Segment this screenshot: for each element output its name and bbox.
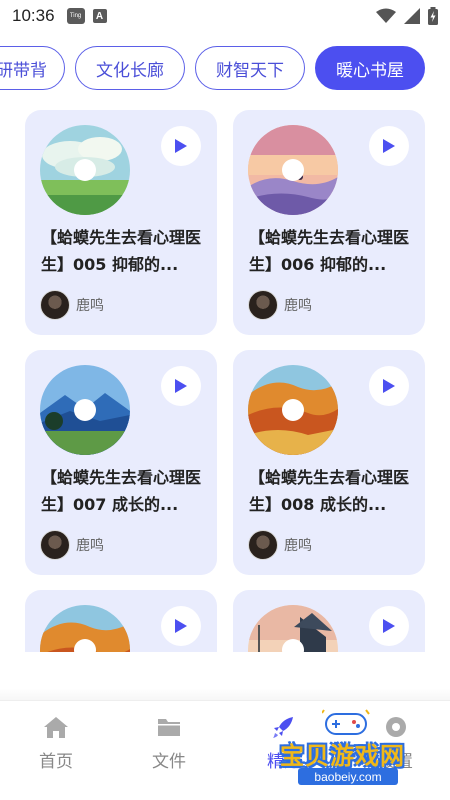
avatar bbox=[248, 290, 278, 320]
play-icon bbox=[383, 139, 395, 153]
play-icon bbox=[383, 619, 395, 633]
tab-label: 文化长廊 bbox=[96, 60, 164, 81]
audio-card[interactable]: 【蛤蟆先生去看心理医生】008 成长的... 鹿鸣 bbox=[233, 350, 425, 575]
audio-card[interactable] bbox=[25, 590, 217, 652]
folder-icon bbox=[158, 719, 180, 736]
avatar bbox=[40, 530, 70, 560]
audio-card[interactable]: 【蛤蟆先生去看心理医生】005 抑郁的... 鹿鸣 bbox=[25, 110, 217, 335]
avatar bbox=[248, 530, 278, 560]
cover-disc bbox=[248, 365, 338, 455]
tab-label: 财智天下 bbox=[216, 60, 284, 81]
play-button[interactable] bbox=[369, 606, 409, 646]
nav-label: 文件 bbox=[152, 752, 186, 772]
cover-disc bbox=[40, 605, 130, 652]
status-time: 10:36 bbox=[12, 6, 55, 25]
cover-disc bbox=[248, 125, 338, 215]
play-button[interactable] bbox=[369, 126, 409, 166]
watermark-url: baobeiy.com bbox=[298, 768, 398, 785]
battery-charging-icon bbox=[428, 7, 438, 25]
nav-label: 首页 bbox=[39, 752, 73, 772]
cover-disc bbox=[40, 125, 130, 215]
avatar bbox=[40, 290, 70, 320]
a-notification-icon: A bbox=[92, 9, 107, 23]
signal-icon bbox=[404, 8, 420, 24]
play-button[interactable] bbox=[369, 366, 409, 406]
nav-files[interactable]: 文件 bbox=[129, 715, 209, 785]
tab-category-4[interactable]: 暖心书屋 bbox=[315, 46, 425, 90]
disc-center bbox=[282, 399, 304, 421]
category-tabs: 研带背 文化长廊 财智天下 暖心书屋 bbox=[0, 46, 450, 92]
disc-center bbox=[282, 159, 304, 181]
status-bar: 10:36 Ting A bbox=[0, 0, 450, 32]
wifi-icon bbox=[376, 8, 396, 23]
app-notification-icon: Ting bbox=[66, 8, 85, 24]
play-icon bbox=[175, 379, 187, 393]
home-icon bbox=[44, 717, 68, 738]
card-title: 【蛤蟆先生去看心理医生】006 抑郁的... bbox=[249, 228, 410, 274]
audio-grid[interactable]: 【蛤蟆先生去看心理医生】005 抑郁的... 鹿鸣 【蛤蟆先生去看心理医生】00… bbox=[0, 108, 450, 652]
author-name: 鹿鸣 bbox=[284, 298, 312, 314]
card-title: 【蛤蟆先生去看心理医生】008 成长的... bbox=[249, 468, 410, 514]
watermark-title: 宝贝游戏网 bbox=[280, 742, 405, 770]
author-name: 鹿鸣 bbox=[76, 298, 104, 314]
play-button[interactable] bbox=[161, 606, 201, 646]
card-title: 【蛤蟆先生去看心理医生】005 抑郁的... bbox=[41, 228, 202, 274]
tab-category-1[interactable]: 研带背 bbox=[0, 46, 65, 90]
play-button[interactable] bbox=[161, 126, 201, 166]
play-icon bbox=[175, 619, 187, 633]
author-name: 鹿鸣 bbox=[284, 538, 312, 554]
tab-category-3[interactable]: 财智天下 bbox=[195, 46, 305, 90]
tab-label: 研带背 bbox=[0, 60, 47, 81]
author: 鹿鸣 bbox=[40, 290, 104, 320]
audio-card[interactable]: 【蛤蟆先生去看心理医生】007 成长的... 鹿鸣 bbox=[25, 350, 217, 575]
author-name: 鹿鸣 bbox=[76, 538, 104, 554]
tab-label: 暖心书屋 bbox=[336, 60, 404, 81]
disc-center bbox=[74, 159, 96, 181]
tab-category-2[interactable]: 文化长廊 bbox=[75, 46, 185, 90]
audio-card[interactable]: 【蛤蟆先生去看心理医生】006 抑郁的... 鹿鸣 bbox=[233, 110, 425, 335]
play-button[interactable] bbox=[161, 366, 201, 406]
author: 鹿鸣 bbox=[40, 530, 104, 560]
disc-center bbox=[74, 399, 96, 421]
author: 鹿鸣 bbox=[248, 530, 312, 560]
author: 鹿鸣 bbox=[248, 290, 312, 320]
gamepad-icon bbox=[322, 709, 370, 735]
audio-card[interactable] bbox=[233, 590, 425, 652]
play-icon bbox=[175, 139, 187, 153]
cover-disc bbox=[248, 605, 338, 652]
cover-disc bbox=[40, 365, 130, 455]
card-title: 【蛤蟆先生去看心理医生】007 成长的... bbox=[41, 468, 202, 514]
watermark: 宝贝游戏网 baobeiy.com bbox=[280, 706, 430, 790]
play-icon bbox=[383, 379, 395, 393]
nav-home[interactable]: 首页 bbox=[16, 715, 96, 785]
